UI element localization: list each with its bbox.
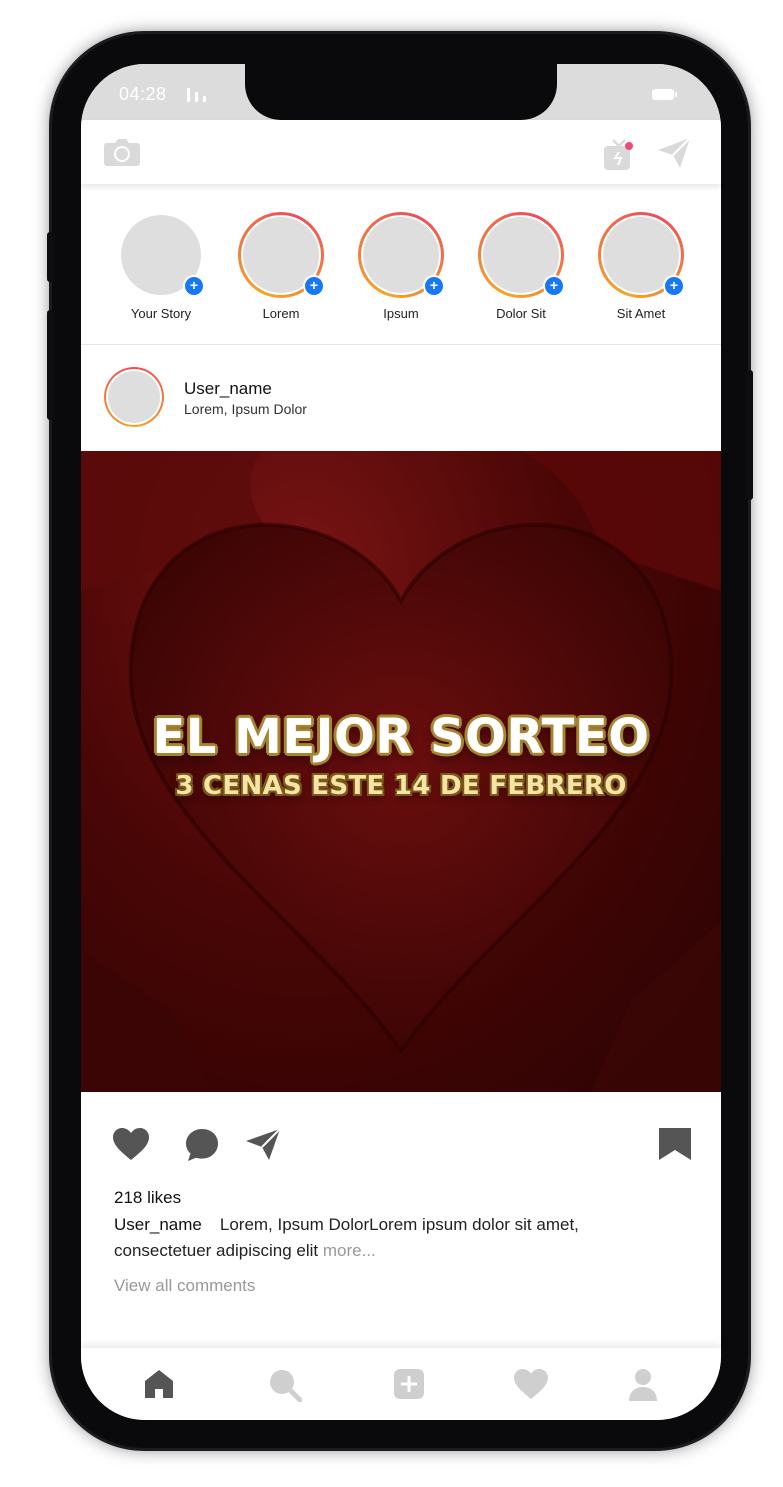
story-label: Dolor Sit [496,306,546,321]
search-icon[interactable] [268,1368,303,1407]
bookmark-icon[interactable] [658,1127,692,1166]
caption-username[interactable]: User_name [114,1215,202,1234]
battery-icon [652,89,677,100]
status-time: 04:28 [119,84,167,104]
add-story-icon: + [543,275,565,297]
story-your-story[interactable]: + Your Story [101,212,221,332]
story-ipsum[interactable]: + Ipsum [341,212,461,332]
bottom-nav [81,1348,721,1420]
home-icon[interactable] [143,1368,175,1405]
volume-buttons [47,310,55,420]
story-label: Ipsum [383,306,419,321]
share-icon[interactable] [244,1127,282,1166]
signal-icon [187,86,217,102]
view-all-comments-link[interactable]: View all comments [114,1276,255,1296]
add-story-icon: + [423,275,445,297]
add-post-icon[interactable] [393,1368,425,1405]
add-story-icon: + [303,275,325,297]
comment-icon[interactable] [184,1127,220,1168]
add-story-icon: + [663,275,685,297]
post-location[interactable]: Lorem, Ipsum Dolor [184,401,307,417]
story-lorem[interactable]: + Lorem [221,212,341,332]
post-headline: EL MEJOR SORTEO [152,709,650,765]
story-sit-amet[interactable]: + Sit Amet [581,212,701,332]
like-icon[interactable] [112,1127,150,1166]
profile-icon[interactable] [628,1368,658,1407]
story-dolor-sit[interactable]: + Dolor Sit [461,212,581,332]
direct-message-icon[interactable] [656,136,692,175]
post-caption: User_name Lorem, Ipsum DolorLorem ipsum d… [114,1212,674,1264]
likes-count[interactable]: 218 likes [114,1188,181,1208]
power-button [745,370,753,500]
screen-notch [245,64,557,120]
post-subheadline: 3 CENAS ESTE 14 DE FEBRERO [175,771,627,801]
add-story-icon[interactable]: + [183,275,205,297]
top-bar [81,120,721,184]
post-image[interactable]: EL MEJOR SORTEO 3 CENAS ESTE 14 DE FEBRE… [81,451,721,1092]
post-header: User_name Lorem, Ipsum Dolor [81,345,721,451]
activity-icon[interactable] [513,1368,549,1405]
story-label: Lorem [262,306,300,321]
story-label: Your Story [130,306,192,321]
caption-more-link[interactable]: more... [323,1241,376,1260]
post-actions: 218 likes User_name Lorem, Ipsum DolorLor… [81,1092,721,1322]
story-label: Sit Amet [616,306,666,321]
avatar[interactable] [104,367,164,427]
post-username[interactable]: User_name [184,379,272,399]
phone-screen: 04:28 + Your Story + Lorem + Ipsum + Dol… [81,64,721,1420]
camera-icon[interactable] [103,136,141,173]
igtv-icon[interactable] [603,138,635,177]
mute-switch [47,232,55,282]
stories-tray: + Your Story + Lorem + Ipsum + Dolor Sit… [81,186,721,345]
